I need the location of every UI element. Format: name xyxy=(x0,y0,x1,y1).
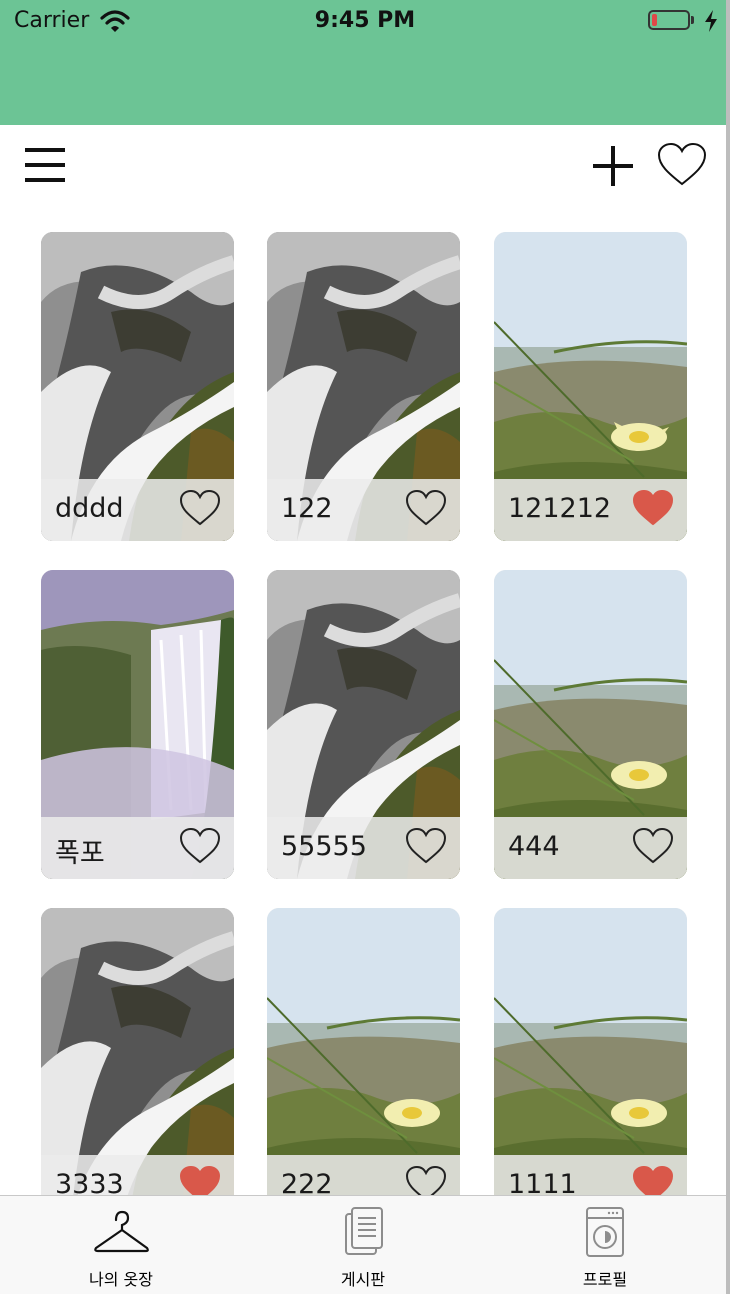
hamburger-menu-icon xyxy=(25,148,65,182)
card-label-bar: 3333 xyxy=(41,1155,234,1195)
card-name: 444 xyxy=(508,831,560,862)
closet-grid[interactable]: dddd 122 121212 폭포 55555 444 3333 222 11… xyxy=(0,207,726,1195)
tab-my-closet[interactable]: 나의 옷장 xyxy=(0,1196,242,1295)
status-bar: Carrier 9:45 PM xyxy=(0,0,726,44)
tab-profile[interactable]: 프로필 xyxy=(484,1196,726,1295)
hanger-icon xyxy=(94,1210,149,1253)
battery-nub xyxy=(691,16,694,24)
card-label-bar: dddd xyxy=(41,479,234,541)
card-label-bar: 1111 xyxy=(494,1155,687,1195)
heart-outline-icon[interactable] xyxy=(632,827,674,865)
card-name: 55555 xyxy=(281,831,367,862)
closet-card[interactable]: 3333 xyxy=(41,908,234,1195)
heart-outline-icon[interactable] xyxy=(405,1165,447,1195)
card-name: 122 xyxy=(281,493,333,524)
heart-outline-icon[interactable] xyxy=(179,489,221,527)
closet-card[interactable]: 444 xyxy=(494,570,687,879)
nav-bar xyxy=(0,125,726,207)
heart-filled-icon[interactable] xyxy=(632,1165,674,1195)
document-icon xyxy=(345,1207,383,1255)
waterfall-rocks-image xyxy=(41,908,234,1195)
card-name: dddd xyxy=(55,493,124,524)
card-label-bar: 55555 xyxy=(267,817,460,879)
heart-outline-icon[interactable] xyxy=(405,489,447,527)
card-name: 폭포 xyxy=(55,838,105,869)
heart-outline-icon[interactable] xyxy=(179,827,221,865)
favorites-button[interactable] xyxy=(656,141,708,189)
heart-outline-icon xyxy=(657,142,707,186)
closet-card[interactable]: 121212 xyxy=(494,232,687,541)
closet-card[interactable]: 222 xyxy=(267,908,460,1195)
flower-beach-image xyxy=(267,908,460,1195)
card-name: 121212 xyxy=(508,493,612,524)
closet-card[interactable]: 122 xyxy=(267,232,460,541)
add-item-button[interactable] xyxy=(590,143,636,189)
card-name: 222 xyxy=(281,1169,333,1195)
heart-outline-icon[interactable] xyxy=(405,827,447,865)
closet-card[interactable]: 폭포 xyxy=(41,570,234,879)
menu-button[interactable] xyxy=(22,145,68,185)
closet-card[interactable]: 55555 xyxy=(267,570,460,879)
card-name: 3333 xyxy=(55,1169,124,1195)
washing-machine-icon xyxy=(586,1207,624,1257)
screen-edge xyxy=(726,0,730,1294)
flower-beach-image xyxy=(494,908,687,1195)
tab-label: 프로필 xyxy=(582,1270,628,1289)
battery-icon xyxy=(648,10,690,30)
tab-label: 게시판 xyxy=(340,1270,386,1289)
tab-label: 나의 옷장 xyxy=(89,1270,153,1289)
plus-icon xyxy=(593,146,633,186)
card-label-bar: 444 xyxy=(494,817,687,879)
charging-bolt-icon xyxy=(705,10,717,32)
card-label-bar: 122 xyxy=(267,479,460,541)
clock: 9:45 PM xyxy=(314,8,416,33)
closet-card[interactable]: dddd xyxy=(41,232,234,541)
tab-bar: 나의 옷장 게시판 프로필 xyxy=(0,1195,726,1294)
battery-level-fill xyxy=(652,14,658,26)
heart-filled-icon[interactable] xyxy=(632,489,674,527)
heart-filled-icon[interactable] xyxy=(179,1165,221,1195)
card-name: 1111 xyxy=(508,1169,577,1195)
card-label-bar: 222 xyxy=(267,1155,460,1195)
tab-board[interactable]: 게시판 xyxy=(242,1196,484,1295)
closet-card[interactable]: 1111 xyxy=(494,908,687,1195)
card-label-bar: 121212 xyxy=(494,479,687,541)
card-label-bar: 폭포 xyxy=(41,817,234,879)
